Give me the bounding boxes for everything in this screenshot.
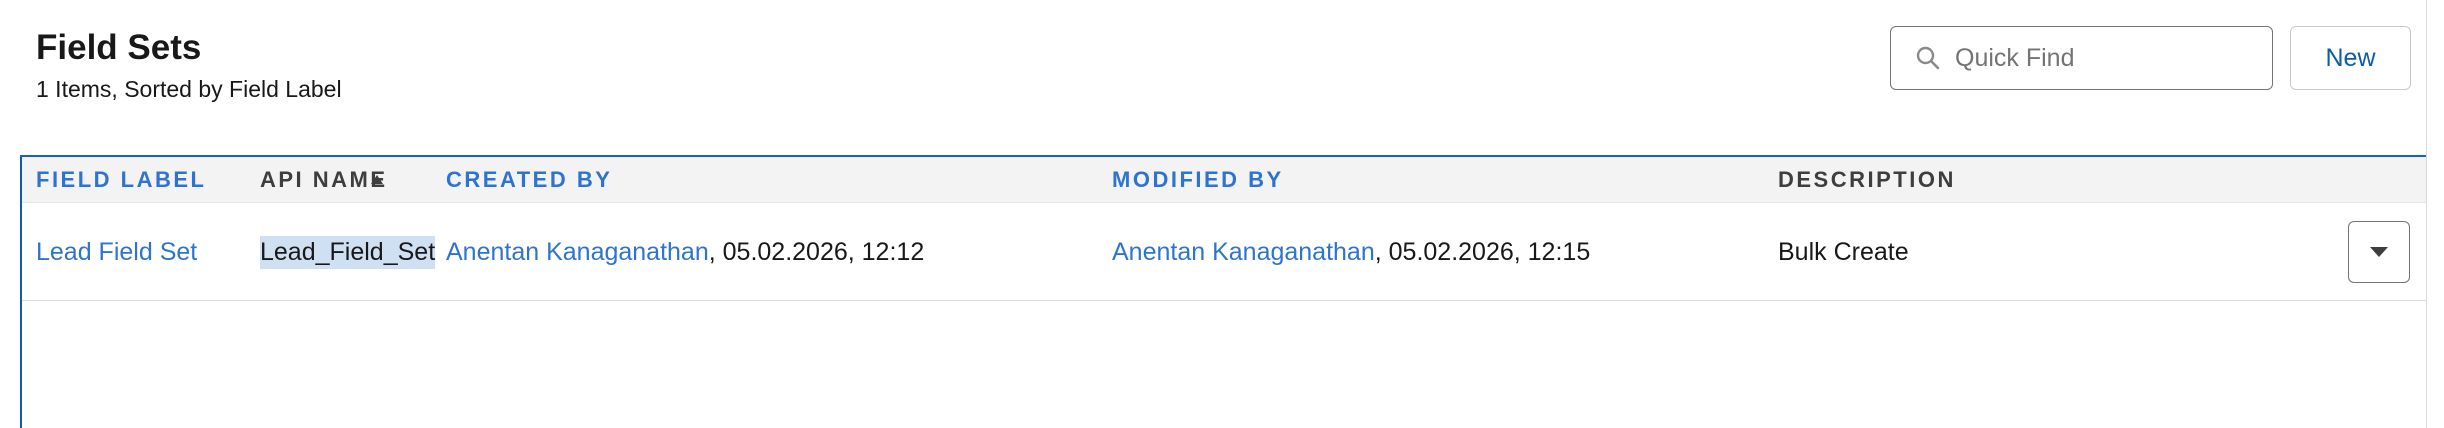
description-value: Bulk Create: [1778, 237, 1909, 266]
column-header-label: DESCRIPTION: [1778, 167, 1956, 192]
field-label-link[interactable]: Lead Field Set: [36, 238, 197, 267]
column-header-label: CREATED BY: [446, 167, 613, 192]
page-header: Field Sets 1 Items, Sorted by Field Labe…: [36, 26, 342, 103]
column-header-modified-by[interactable]: MODIFIED BY: [1112, 157, 1284, 203]
page-title: Field Sets: [36, 28, 202, 67]
created-by-date: , 05.02.2026, 12:12: [708, 237, 925, 266]
column-header-label: API NAME: [260, 167, 388, 192]
table-header-row: FIELD LABEL API NAME CREATED BY MODIFIED…: [22, 157, 2426, 203]
column-header-label: MODIFIED BY: [1112, 167, 1284, 192]
search-icon: [1916, 46, 1940, 70]
column-header-api-name: API NAME: [260, 157, 388, 203]
description-cell: Bulk Create: [1778, 203, 1909, 301]
created-by-cell: Anentan Kanaganathan, 05.02.2026, 12:12: [446, 203, 924, 301]
column-header-description: DESCRIPTION: [1778, 157, 1956, 203]
modified-by-date: , 05.02.2026, 12:15: [1374, 237, 1591, 266]
column-header-created-by[interactable]: CREATED BY: [446, 157, 612, 203]
field-label-cell: Lead Field Set: [36, 203, 197, 301]
field-sets-page: Field Sets 1 Items, Sorted by Field Labe…: [0, 0, 2444, 428]
panel-right-border: [2426, 0, 2427, 428]
quick-find-input[interactable]: [1955, 43, 2255, 73]
quick-find-box[interactable]: [1890, 26, 2273, 90]
table-row: Lead Field Set Lead_Field_Set Anentan Ka…: [22, 203, 2426, 301]
api-name-value: Lead_Field_Set: [260, 235, 436, 269]
page-subtitle: 1 Items, Sorted by Field Label: [36, 76, 342, 102]
modified-by-cell: Anentan Kanaganathan, 05.02.2026, 12:15: [1112, 203, 1590, 301]
chevron-down-icon: [2370, 247, 2388, 257]
row-actions-button[interactable]: [2348, 221, 2410, 283]
new-button[interactable]: New: [2290, 26, 2411, 90]
column-header-label: FIELD LABEL: [36, 167, 207, 192]
column-header-field-label[interactable]: FIELD LABEL: [36, 157, 207, 203]
modified-by-user-link[interactable]: Anentan Kanaganathan: [1112, 238, 1375, 267]
created-by-user-link[interactable]: Anentan Kanaganathan: [446, 238, 709, 267]
api-name-cell: Lead_Field_Set: [260, 203, 436, 301]
